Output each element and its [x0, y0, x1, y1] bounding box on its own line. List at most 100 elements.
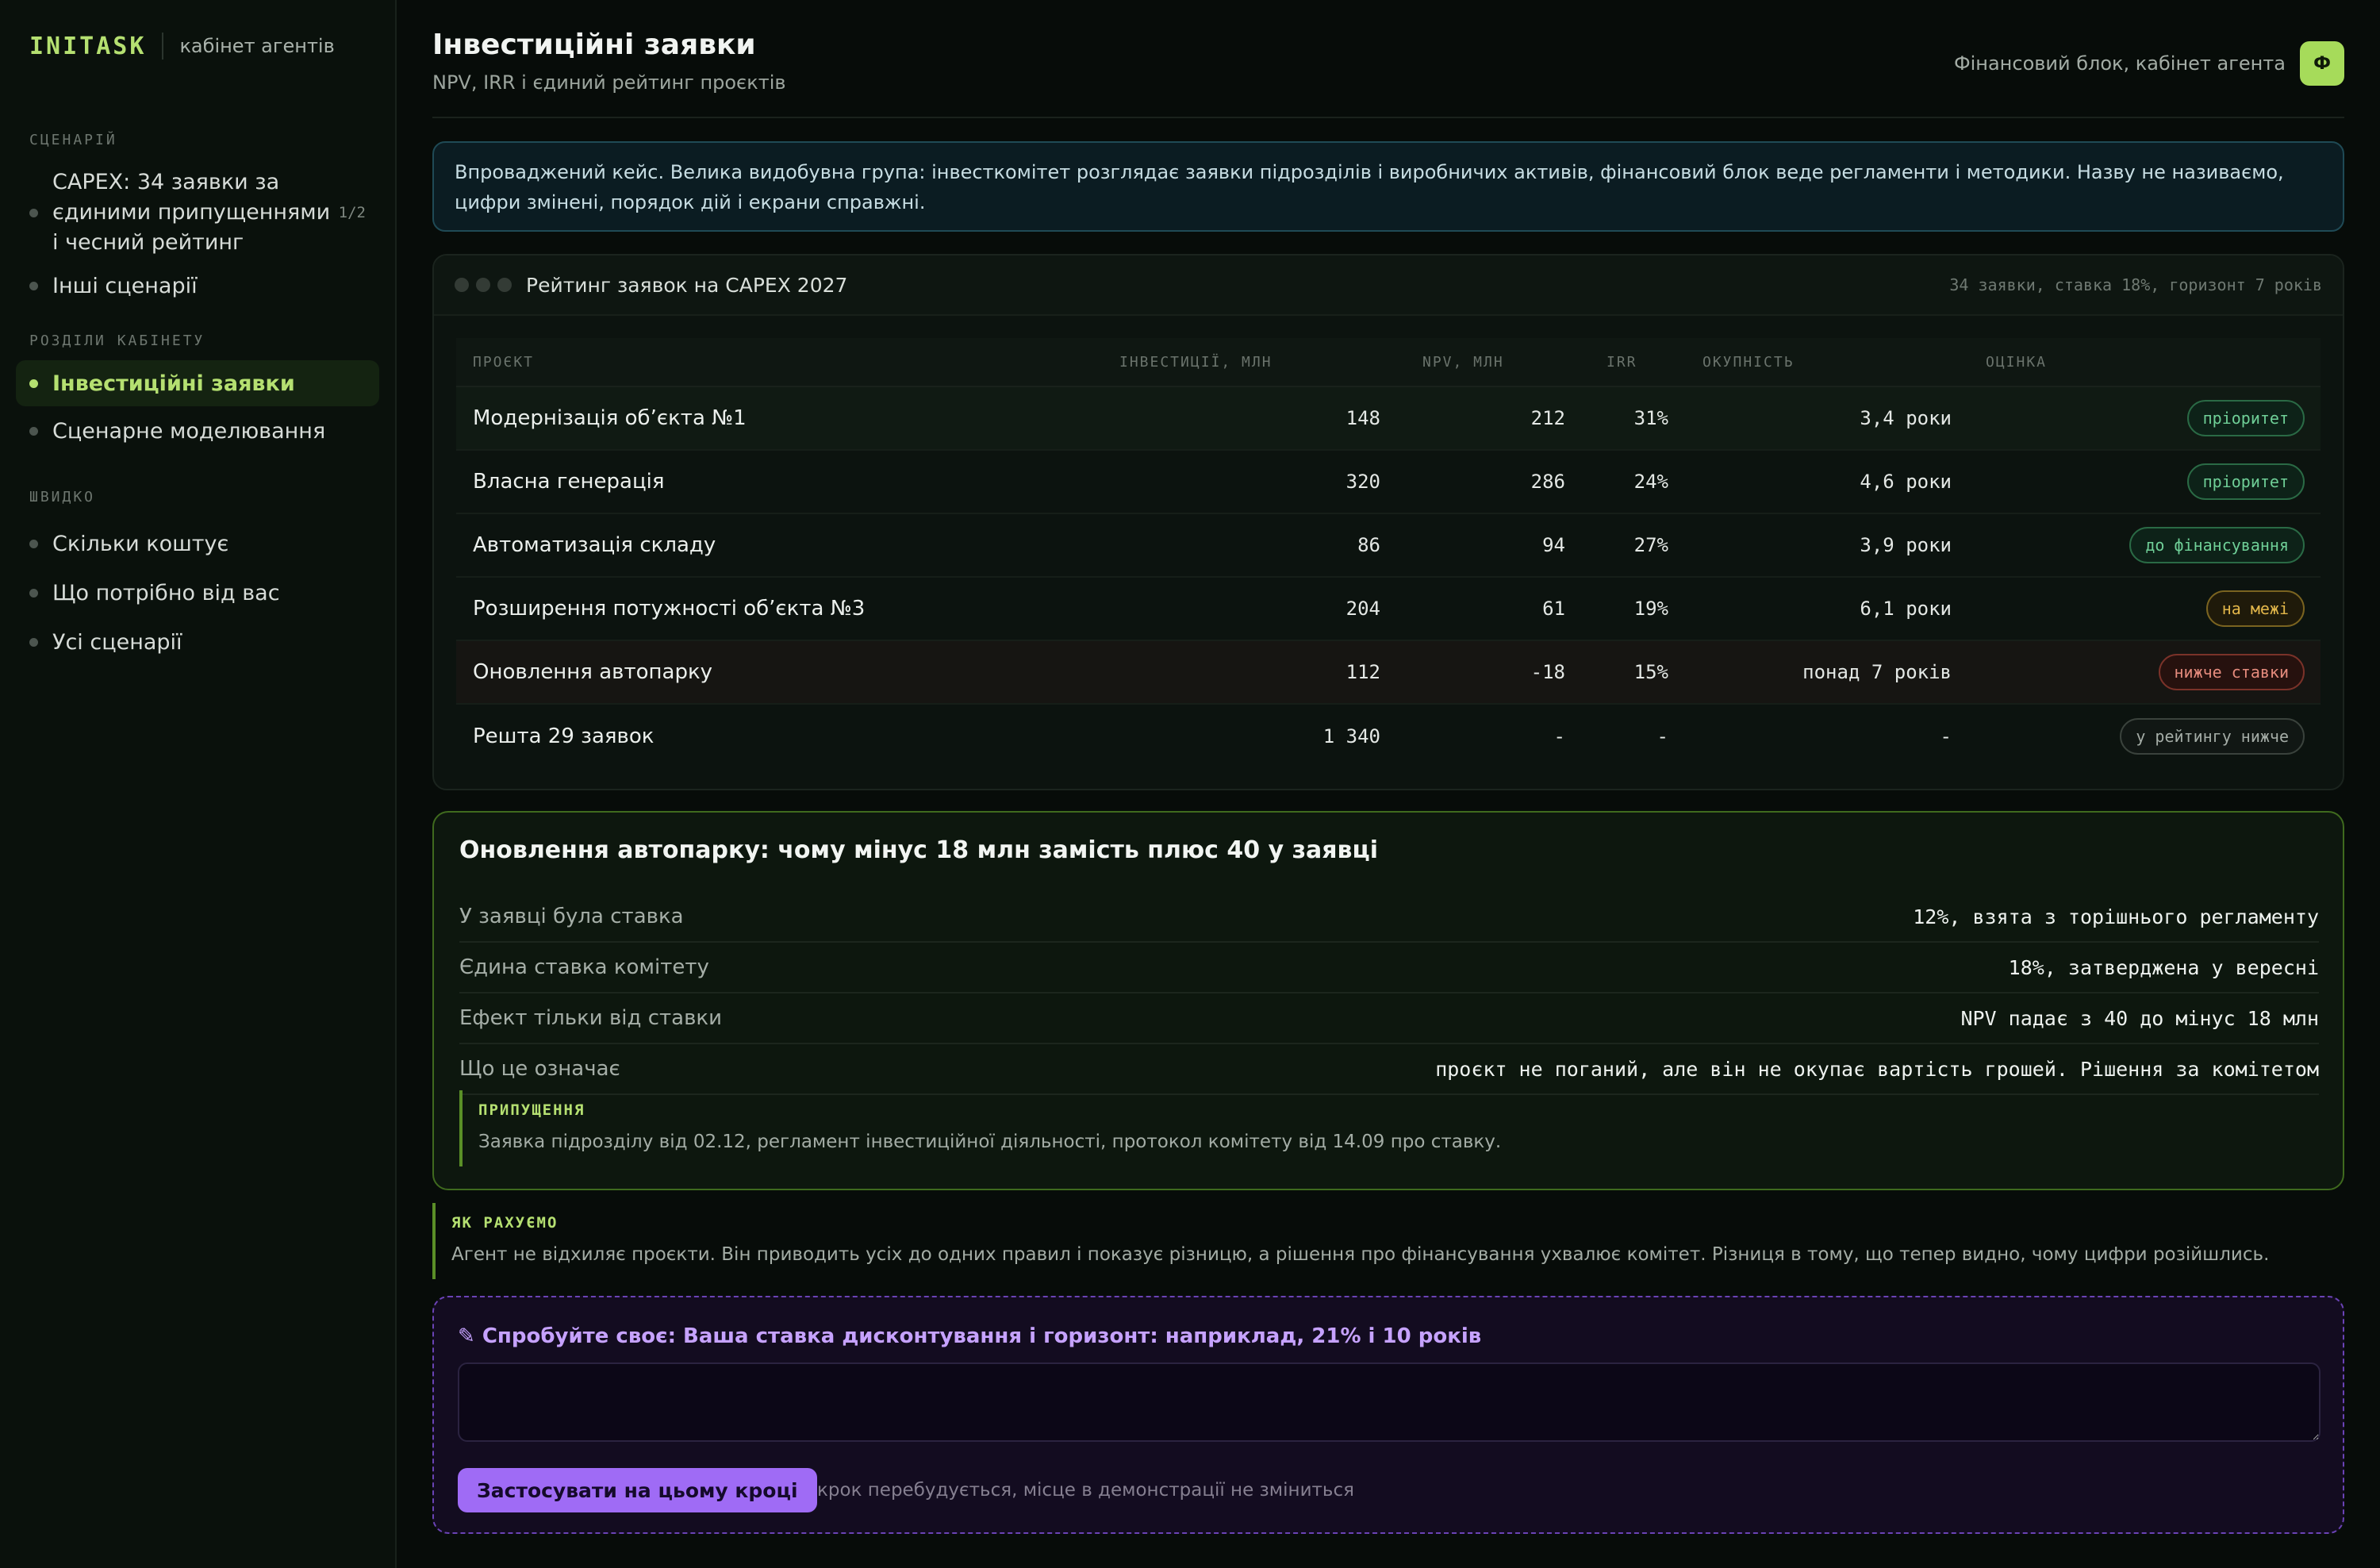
discount-rate-input[interactable] [458, 1362, 2320, 1442]
npv-value: - [1553, 725, 1565, 747]
window-dots-icon [455, 278, 512, 292]
card-title: Рейтинг заявок на CAPEX 2027 [526, 273, 848, 297]
apply-note: крок перебудується, місце в демонстрації… [817, 1480, 1354, 1501]
sidebar-item-all-scenarios[interactable]: Усі сценарії [16, 618, 379, 666]
column-header-npv: NPV, МЛН [1422, 353, 1504, 371]
ranking-table: ПРОЄКТ ІНВЕСТИЦІЇ, МЛН NPV, МЛН IRR ОКУП… [456, 338, 2320, 768]
irr-value: 31% [1633, 407, 1668, 429]
detail-row: У заявці була ставка 12%, взята з торішн… [459, 892, 2319, 943]
status-badge: пріоритет [2186, 400, 2305, 436]
sidebar-item-label: Що потрібно від вас [52, 580, 280, 605]
irr-value: 24% [1633, 471, 1668, 493]
project-name: Модернізація об’єкта №1 [473, 406, 747, 430]
table-row[interactable]: Модернізація об’єкта №1 148 212 31% 3,4 … [456, 387, 2320, 451]
account-area: Фінансовий блок, кабінет агента Ф [1954, 41, 2344, 86]
table-row[interactable]: Розширення потужності об’єкта №3 204 61 … [456, 578, 2320, 641]
try-your-own-panel: ✎ Спробуйте своє: Ваша ставка дисконтува… [432, 1296, 2344, 1534]
sidebar-item-label: Скільки коштує [52, 531, 229, 556]
table-row[interactable]: Власна генерація 320 286 24% 4,6 роки пр… [456, 451, 2320, 514]
status-badge: пріоритет [2186, 463, 2305, 500]
irr-value: - [1656, 725, 1668, 747]
case-info-banner: Впроваджений кейс. Велика видобувна груп… [432, 141, 2344, 232]
brand-divider [162, 33, 164, 60]
payback-value: - [1940, 725, 1952, 747]
investment-value: 204 [1345, 598, 1380, 620]
bullet-icon [29, 637, 38, 647]
sidebar-item-label: Інвестиційні заявки [52, 371, 295, 396]
sidebar-item-scenario-modeling[interactable]: Сценарне моделювання [16, 408, 379, 454]
sidebar-item-label: Сценарне моделювання [52, 418, 326, 444]
sidebar-item-label: Усі сценарії [52, 629, 182, 655]
section-title-quick: ШВИДКО [29, 489, 96, 505]
sidebar-item-label: CAPEX: 34 заявки за єдиними припущеннями… [52, 170, 331, 255]
column-header-rating: ОЦІНКА [1986, 353, 2048, 371]
table-row[interactable]: Оновлення автопарку 112 -18 15% понад 7 … [456, 641, 2320, 705]
npv-value: 286 [1530, 471, 1565, 493]
irr-value: 27% [1633, 534, 1668, 556]
bullet-icon [29, 379, 38, 388]
status-badge: у рейтингу нижче [2120, 718, 2305, 755]
detail-value: NPV падає з 40 до мінус 18 млн [1960, 1006, 2319, 1030]
methodology-text: Агент не відхиляє проєкти. Він приводить… [451, 1244, 2270, 1265]
sidebar-item-requirements[interactable]: Що потрібно від вас [16, 569, 379, 617]
try-title: ✎ Спробуйте своє: Ваша ставка дисконтува… [458, 1324, 1482, 1348]
methodology-note: ЯК РАХУЄМО Агент не відхиляє проєкти. Ві… [432, 1203, 2344, 1279]
methodology-title: ЯК РАХУЄМО [451, 1214, 559, 1232]
npv-value: 212 [1530, 407, 1565, 429]
payback-value: 4,6 роки [1860, 471, 1952, 493]
investment-value: 148 [1345, 407, 1380, 429]
apply-button[interactable]: Застосувати на цьому кроці [458, 1468, 817, 1512]
table-header: ПРОЄКТ ІНВЕСТИЦІЇ, МЛН NPV, МЛН IRR ОКУП… [456, 338, 2320, 387]
assumptions-text: Заявка підрозділу від 02.12, регламент і… [478, 1132, 1502, 1152]
ranking-table-card: Рейтинг заявок на CAPEX 2027 34 заявки, … [432, 254, 2344, 790]
status-badge: до фінансування [2129, 527, 2305, 563]
detail-value: 18%, затверджена у вересні [2008, 955, 2319, 979]
irr-value: 19% [1633, 598, 1668, 620]
table-row[interactable]: Решта 29 заявок 1 340 - - - у рейтингу н… [456, 705, 2320, 768]
status-badge: на межі [2205, 590, 2305, 627]
project-name: Оновлення автопарку [473, 660, 713, 684]
sidebar-item-capex-scenario[interactable]: CAPEX: 34 заявки за єдиними припущеннями… [16, 163, 379, 263]
step-counter: 1/2 [338, 204, 366, 221]
detail-row: Ефект тільки від ставки NPV падає з 40 д… [459, 993, 2319, 1044]
sidebar-item-label: Інші сценарії [52, 273, 198, 298]
section-title-cabinet: РОЗДІЛИ КАБІНЕТУ [29, 332, 205, 349]
sidebar-item-other-scenarios[interactable]: Інші сценарії [16, 263, 379, 309]
fleet-update-explanation-card: Оновлення автопарку: чому мінус 18 млн з… [432, 811, 2344, 1190]
detail-title: Оновлення автопарку: чому мінус 18 млн з… [459, 836, 1379, 864]
bullet-icon [29, 539, 38, 548]
investment-value: 1 340 [1322, 725, 1380, 747]
detail-value: проєкт не поганий, але він не окупає вар… [1435, 1057, 2319, 1081]
section-title-scenario: СЦЕНАРІЙ [29, 132, 117, 148]
detail-key: Ефект тільки від ставки [459, 1006, 723, 1030]
investment-value: 112 [1345, 661, 1380, 683]
column-header-investment: ІНВЕСТИЦІЇ, МЛН [1119, 353, 1273, 371]
detail-row: Що це означає проєкт не поганий, але він… [459, 1044, 2319, 1095]
sidebar: INITASK кабінет агентів СЦЕНАРІЙ CAPEX: … [0, 0, 397, 1568]
detail-key: У заявці була ставка [459, 905, 684, 928]
brand-logo[interactable]: INITASK [29, 33, 146, 60]
project-name: Решта 29 заявок [473, 724, 654, 748]
bullet-icon [29, 281, 38, 290]
header-divider [432, 117, 2344, 118]
bullet-icon [29, 208, 38, 217]
sidebar-item-pricing[interactable]: Скільки коштує [16, 520, 379, 567]
payback-value: 6,1 роки [1860, 598, 1952, 620]
sidebar-item-investment-requests[interactable]: Інвестиційні заявки [16, 360, 379, 406]
avatar[interactable]: Ф [2300, 41, 2344, 86]
investment-value: 320 [1345, 471, 1380, 493]
investment-value: 86 [1357, 534, 1380, 556]
page-subtitle: NPV, IRR і єдиний рейтинг проєктів [432, 71, 786, 94]
assumptions-title: ПРИПУЩЕННЯ [478, 1101, 585, 1119]
account-label: Фінансовий блок, кабінет агента [1953, 52, 2286, 75]
irr-value: 15% [1633, 661, 1668, 683]
detail-key: Єдина ставка комітету [459, 955, 709, 979]
column-header-payback: ОКУПНІСТЬ [1702, 353, 1795, 371]
payback-value: понад 7 років [1802, 661, 1952, 683]
project-name: Розширення потужності об’єкта №3 [473, 597, 866, 621]
bullet-icon [29, 588, 38, 598]
table-row[interactable]: Автоматизація складу 86 94 27% 3,9 роки … [456, 514, 2320, 578]
project-name: Власна генерація [473, 470, 665, 494]
payback-value: 3,9 роки [1860, 534, 1952, 556]
detail-value: 12%, взята з торішнього регламенту [1913, 905, 2319, 928]
